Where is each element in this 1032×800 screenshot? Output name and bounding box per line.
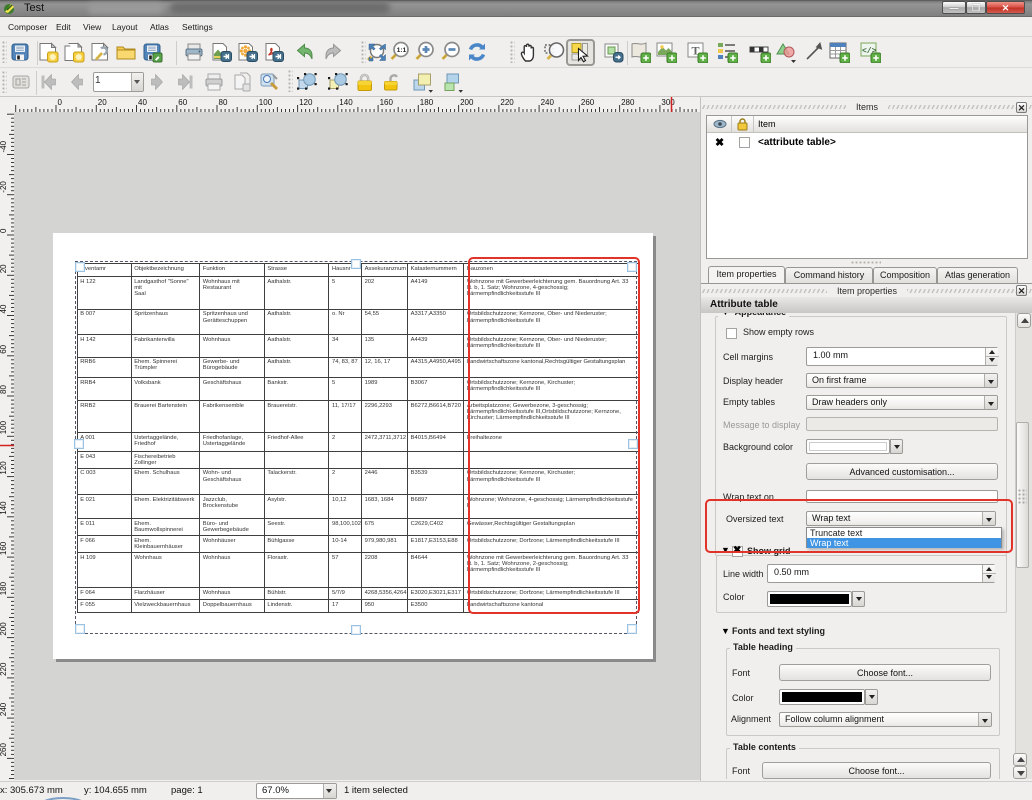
- svg-text:140: 140: [0, 501, 8, 515]
- svg-text:140: 140: [339, 98, 353, 107]
- svg-text:200: 200: [0, 622, 8, 636]
- svg-text:60: 60: [178, 98, 187, 107]
- svg-text:20: 20: [98, 98, 107, 107]
- svg-text:100: 100: [259, 98, 273, 107]
- svg-text:180: 180: [420, 98, 434, 107]
- svg-text:240: 240: [0, 702, 8, 716]
- svg-text:180: 180: [0, 581, 8, 595]
- svg-text:260: 260: [581, 98, 595, 107]
- svg-text:-20: -20: [0, 181, 8, 193]
- svg-text:-40: -40: [0, 140, 8, 152]
- svg-text:40: 40: [138, 98, 147, 107]
- svg-text:0: 0: [58, 98, 63, 107]
- svg-text:120: 120: [0, 461, 8, 475]
- svg-text:220: 220: [0, 662, 8, 676]
- svg-text:200: 200: [460, 98, 474, 107]
- svg-text:120: 120: [299, 98, 313, 107]
- svg-text:60: 60: [0, 344, 8, 353]
- svg-text:160: 160: [380, 98, 394, 107]
- svg-text:0: 0: [0, 228, 8, 233]
- svg-text:80: 80: [219, 98, 228, 107]
- svg-text:40: 40: [0, 304, 8, 313]
- svg-text:160: 160: [0, 541, 8, 555]
- svg-text:240: 240: [541, 98, 555, 107]
- svg-text:80: 80: [0, 385, 8, 394]
- svg-text:260: 260: [0, 743, 8, 757]
- svg-text:1:1: 1:1: [397, 47, 407, 54]
- svg-text:220: 220: [500, 98, 514, 107]
- svg-text:20: 20: [0, 264, 8, 273]
- svg-text:300: 300: [661, 98, 675, 107]
- svg-text:100: 100: [0, 420, 8, 434]
- svg-text:280: 280: [621, 98, 635, 107]
